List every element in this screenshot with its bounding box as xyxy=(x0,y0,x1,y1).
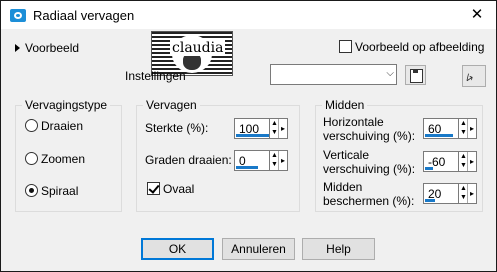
oval-checkbox[interactable]: Ovaal xyxy=(147,182,194,196)
vertical-offset-spin-buttons[interactable]: ▲ ▼ ▸ xyxy=(458,152,476,171)
angle-spinner[interactable]: 0 ▲ ▼ ▸ xyxy=(234,150,288,171)
strength-label: Sterkte (%): xyxy=(145,121,209,135)
protect-center-label-line2: beschermen (%): xyxy=(323,194,415,208)
strength-level-bar xyxy=(236,134,269,137)
oval-label: Ovaal xyxy=(163,182,195,196)
radio-spiraal-circle[interactable] xyxy=(25,184,38,197)
horizontal-offset-spin-buttons[interactable]: ▲ ▼ ▸ xyxy=(458,119,476,138)
blur-type-group: Vervagingstype Draaien Zoomen Spiraal xyxy=(15,98,122,212)
protect-center-spin-buttons[interactable]: ▲ ▼ ▸ xyxy=(458,184,476,203)
radio-zoomen[interactable]: Zoomen xyxy=(25,152,85,166)
title-bar[interactable]: Radiaal vervagen ✕ xyxy=(1,1,496,29)
preview-on-image-checkbox[interactable]: Voorbeeld op afbeelding xyxy=(339,40,484,54)
radio-zoomen-circle[interactable] xyxy=(25,152,38,165)
center-group: Midden Horizontale verschuiving (%): 60 … xyxy=(315,98,483,212)
horizontal-offset-label-line2: verschuiving (%): xyxy=(323,129,416,143)
blur-group: Vervagen Sterkte (%): 100 ▲ ▼ ▸ Graden d… xyxy=(136,98,300,212)
vertical-offset-label-line2: verschuiving (%): xyxy=(323,162,416,176)
blur-type-title: Vervagingstype xyxy=(22,98,111,112)
horizontal-offset-spinner[interactable]: 60 ▲ ▼ ▸ xyxy=(423,118,477,139)
close-button[interactable]: ✕ xyxy=(461,3,493,27)
radial-blur-dialog: Radiaal vervagen ✕ Voorbeeld claudia Voo… xyxy=(0,0,497,272)
help-button[interactable]: Help xyxy=(302,238,375,260)
vertical-offset-spinner[interactable]: -60 ▲ ▼ ▸ xyxy=(423,151,477,172)
vertical-offset-level-bar xyxy=(425,167,433,170)
flyout-arrow-icon[interactable]: ▸ xyxy=(278,119,287,138)
flyout-arrow-icon[interactable]: ▸ xyxy=(467,184,476,203)
preview-on-image-box[interactable] xyxy=(339,40,352,53)
camera-icon xyxy=(10,9,26,22)
protect-center-label-line1: Midden xyxy=(323,180,363,194)
cancel-button[interactable]: Annuleren xyxy=(222,238,295,260)
preview-toggle[interactable]: Voorbeeld xyxy=(15,41,79,55)
angle-level-bar xyxy=(236,166,258,169)
vertical-offset-label: Verticale verschuiving (%): xyxy=(323,148,415,176)
reset-icon: ⭟ xyxy=(466,68,474,84)
radio-draaien-label: Draaien xyxy=(41,119,84,133)
strength-spin-buttons[interactable]: ▲ ▼ ▸ xyxy=(269,119,287,138)
settings-label: Instellingen xyxy=(125,69,186,83)
horizontal-offset-label-line1: Horizontale xyxy=(323,115,384,129)
angle-label: Graden draaien: xyxy=(145,153,232,167)
preview-toggle-label: Voorbeeld xyxy=(25,41,80,55)
oval-checkbox-box[interactable] xyxy=(147,182,160,195)
flyout-arrow-icon[interactable]: ▸ xyxy=(467,119,476,138)
ok-button[interactable]: OK xyxy=(141,238,214,260)
thumbnail-watermark: claudia xyxy=(170,40,226,56)
protect-center-label: Midden beschermen (%): xyxy=(323,180,414,208)
flyout-arrow-icon[interactable]: ▸ xyxy=(467,152,476,171)
horizontal-offset-label: Horizontale verschuiving (%): xyxy=(323,115,415,143)
radio-spiraal-label: Spiraal xyxy=(41,184,79,198)
vertical-offset-label-line1: Verticale xyxy=(323,148,370,162)
protect-center-spinner[interactable]: 20 ▲ ▼ ▸ xyxy=(423,183,477,204)
flyout-arrow-icon[interactable]: ▸ xyxy=(278,151,287,170)
triangle-right-icon xyxy=(15,44,20,52)
center-title: Midden xyxy=(322,98,368,112)
preview-on-image-label: Voorbeeld op afbeelding xyxy=(355,40,485,54)
radio-draaien[interactable]: Draaien xyxy=(25,119,83,133)
chevron-down-icon[interactable]: ⌵ xyxy=(386,68,394,79)
radio-draaien-circle[interactable] xyxy=(25,119,38,132)
angle-spin-buttons[interactable]: ▲ ▼ ▸ xyxy=(269,151,287,170)
window-title: Radiaal vervagen xyxy=(33,8,135,23)
save-preset-button[interactable] xyxy=(405,65,426,85)
horizontal-offset-level-bar xyxy=(425,134,453,137)
strength-spinner[interactable]: 100 ▲ ▼ ▸ xyxy=(234,118,288,139)
radio-spiraal[interactable]: Spiraal xyxy=(25,184,78,198)
reset-button[interactable]: ⭟ xyxy=(462,65,486,87)
protect-center-level-bar xyxy=(425,199,435,202)
radio-zoomen-label: Zoomen xyxy=(41,152,86,166)
preset-dropdown[interactable]: ⌵ xyxy=(270,64,397,85)
blur-title: Vervagen xyxy=(143,98,200,112)
